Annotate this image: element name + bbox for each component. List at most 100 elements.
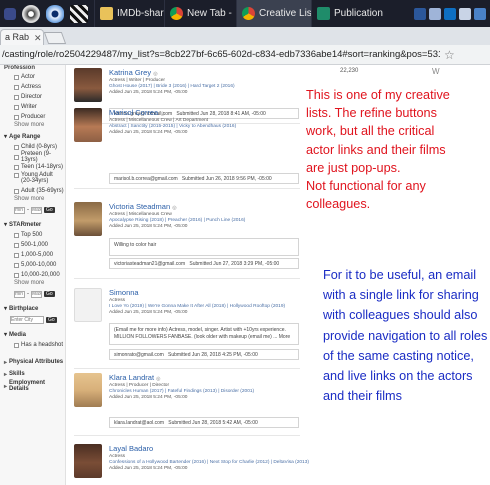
result-count: 22,230	[340, 68, 359, 74]
actor-name: Layal Badaro	[109, 444, 154, 453]
actor-name-link[interactable]: Katrina Grey ◎	[109, 68, 158, 77]
actor-name-link[interactable]: Victoria Steadman ◎	[109, 202, 177, 211]
actor-email[interactable]: simonrato@gmail.com	[114, 352, 164, 358]
bookmark-star-icon[interactable]: ☆	[444, 48, 455, 62]
actor-credits[interactable]: Apocalypse Rising (2018) | Preacher (201…	[109, 218, 245, 223]
go-button[interactable]: Go	[44, 291, 55, 297]
filter-option[interactable]: Producer	[14, 112, 65, 122]
annotation-line: This is one of my creative	[306, 88, 450, 102]
max-input[interactable]	[31, 206, 42, 214]
actor-credits[interactable]: Chronicles Human (2017) | Fateful Findin…	[109, 389, 254, 394]
min-input[interactable]	[14, 290, 25, 298]
filter-option[interactable]: Top 500	[14, 230, 65, 240]
checkbox[interactable]	[14, 272, 19, 278]
checkbox[interactable]	[14, 232, 19, 238]
filter-option[interactable]: 1,000-5,000	[14, 250, 65, 260]
filter-option[interactable]: Adult (35-69yrs)	[14, 186, 65, 196]
show-more-link[interactable]: Show more	[14, 196, 65, 205]
new-tab-button[interactable]	[43, 32, 67, 44]
checkbox[interactable]	[14, 94, 19, 100]
word-icon[interactable]	[414, 7, 426, 20]
checkbox[interactable]	[14, 114, 19, 120]
filter-option[interactable]: Young Adult (20-34yrs)	[14, 172, 65, 186]
outlook-icon[interactable]	[444, 7, 456, 20]
tray-icon[interactable]	[474, 7, 486, 20]
employment-details-link[interactable]: ▸ Employment Details	[4, 380, 65, 392]
checkbox[interactable]	[14, 164, 19, 170]
checkbox[interactable]	[14, 173, 19, 178]
filter-label: 1,000-5,000	[21, 252, 54, 258]
filter-option[interactable]: 5,000-10,000	[14, 260, 65, 270]
actor-name-link[interactable]: Klara Landrat ◎	[109, 373, 161, 382]
checkbox[interactable]	[14, 188, 19, 194]
filter-option[interactable]: Preteen (9-13yrs)	[14, 151, 65, 163]
checkbox[interactable]	[14, 154, 19, 160]
actor-headshot[interactable]	[74, 444, 102, 478]
taskbar-task-publication[interactable]: Publication...	[311, 0, 383, 27]
url-input[interactable]: /casting/role/ro2504229487/my_list?s=8cb…	[0, 49, 440, 60]
address-bar: /casting/role/ro2504229487/my_list?s=8cb…	[0, 45, 490, 65]
actor-credits[interactable]: Abstract | Sanctity (2015-2015) | Vicky …	[109, 124, 236, 129]
show-more-link[interactable]: Show more	[14, 122, 65, 131]
eye-icon[interactable]	[46, 4, 64, 23]
actor-email[interactable]: victoriasteadman21@gmail.com	[114, 261, 185, 267]
taskbar-task-newtab[interactable]: New Tab -	[164, 0, 236, 27]
actor-name-link[interactable]: Marisol Correa ◎	[109, 108, 165, 117]
age-range-heading[interactable]: ▾ Age Range	[4, 131, 65, 142]
message-text[interactable]: (Email me for more info) Actress, model,…	[114, 327, 290, 340]
actor-headshot[interactable]	[74, 68, 102, 102]
actor-name-link[interactable]: Simonna	[109, 288, 139, 297]
go-button[interactable]: Go	[44, 207, 55, 213]
browser-tab[interactable]: a Rab ✕	[0, 29, 44, 45]
checkbox[interactable]	[14, 252, 19, 258]
min-input[interactable]	[14, 206, 25, 214]
birthplace-heading[interactable]: ▾ Birthplace	[4, 303, 65, 314]
checkbox[interactable]	[14, 74, 19, 80]
app-icon[interactable]	[429, 7, 441, 20]
birthplace-input[interactable]	[10, 315, 44, 324]
checkbox[interactable]	[14, 84, 19, 90]
app-icon[interactable]	[459, 7, 471, 20]
actor-name-link[interactable]: Layal Badaro	[109, 444, 153, 453]
submitted-date: Submitted Jun 28, 2018 5:42 AM, -05:00	[168, 420, 258, 426]
actor-credits[interactable]: I Love Yo (2019) | We're Gonna Make It A…	[109, 304, 285, 309]
media-heading[interactable]: ▾ Media	[4, 329, 65, 340]
taskbar-task-creative-list[interactable]: Creative List...	[236, 0, 311, 27]
actor-headshot[interactable]	[74, 288, 102, 322]
actor-headshot[interactable]	[74, 202, 102, 236]
filter-option[interactable]: Has a headshot	[14, 340, 65, 350]
actor-credits[interactable]: Confessions of a Hollywood Bartender (20…	[109, 460, 309, 465]
actor-credits[interactable]: Ghost House (2017) | Bride 3 (2016) | Ha…	[109, 84, 235, 89]
close-icon[interactable]: ✕	[34, 33, 42, 44]
app-circle-icon[interactable]	[22, 4, 40, 23]
actor-email[interactable]: marisol.b.correa@gmail.com	[114, 176, 178, 182]
checkbox[interactable]	[14, 104, 19, 110]
starmeter-heading[interactable]: ▾ STARmeter	[4, 219, 65, 230]
checkbox[interactable]	[14, 144, 19, 150]
physical-attributes-link[interactable]: ▸ Physical Attributes	[4, 356, 65, 368]
checkbox[interactable]	[14, 242, 19, 248]
clapperboard-icon[interactable]	[70, 4, 88, 23]
filter-option[interactable]: Teen (14-18yrs)	[14, 162, 65, 172]
start-icon[interactable]	[4, 7, 16, 20]
filter-option[interactable]: Actress	[14, 82, 65, 92]
checkbox[interactable]	[14, 342, 19, 348]
filter-option[interactable]: 500-1,000	[14, 240, 65, 250]
filter-option[interactable]: Actor	[14, 72, 65, 82]
actor-email[interactable]: klara.landrat@aol.com	[114, 420, 164, 426]
actor-headshot[interactable]	[74, 373, 102, 407]
word-icon[interactable]: W	[432, 67, 440, 76]
checkbox[interactable]	[14, 262, 19, 268]
filter-label: 5,000-10,000	[21, 262, 57, 268]
max-input[interactable]	[31, 290, 42, 298]
filter-option[interactable]: Writer	[14, 102, 65, 112]
skills-link[interactable]: ▸ Skills	[4, 368, 65, 380]
filter-option[interactable]: 10,000-20,000	[14, 270, 65, 280]
taskbar-task-imdb[interactable]: IMDb-share...	[94, 0, 164, 27]
card-divider	[74, 435, 300, 436]
filter-option[interactable]: Director	[14, 92, 65, 102]
show-more-link[interactable]: Show more	[14, 280, 65, 289]
go-button[interactable]: Go	[46, 316, 57, 323]
filter-label: Teen (14-18yrs)	[21, 164, 64, 170]
actor-headshot[interactable]	[74, 108, 102, 142]
